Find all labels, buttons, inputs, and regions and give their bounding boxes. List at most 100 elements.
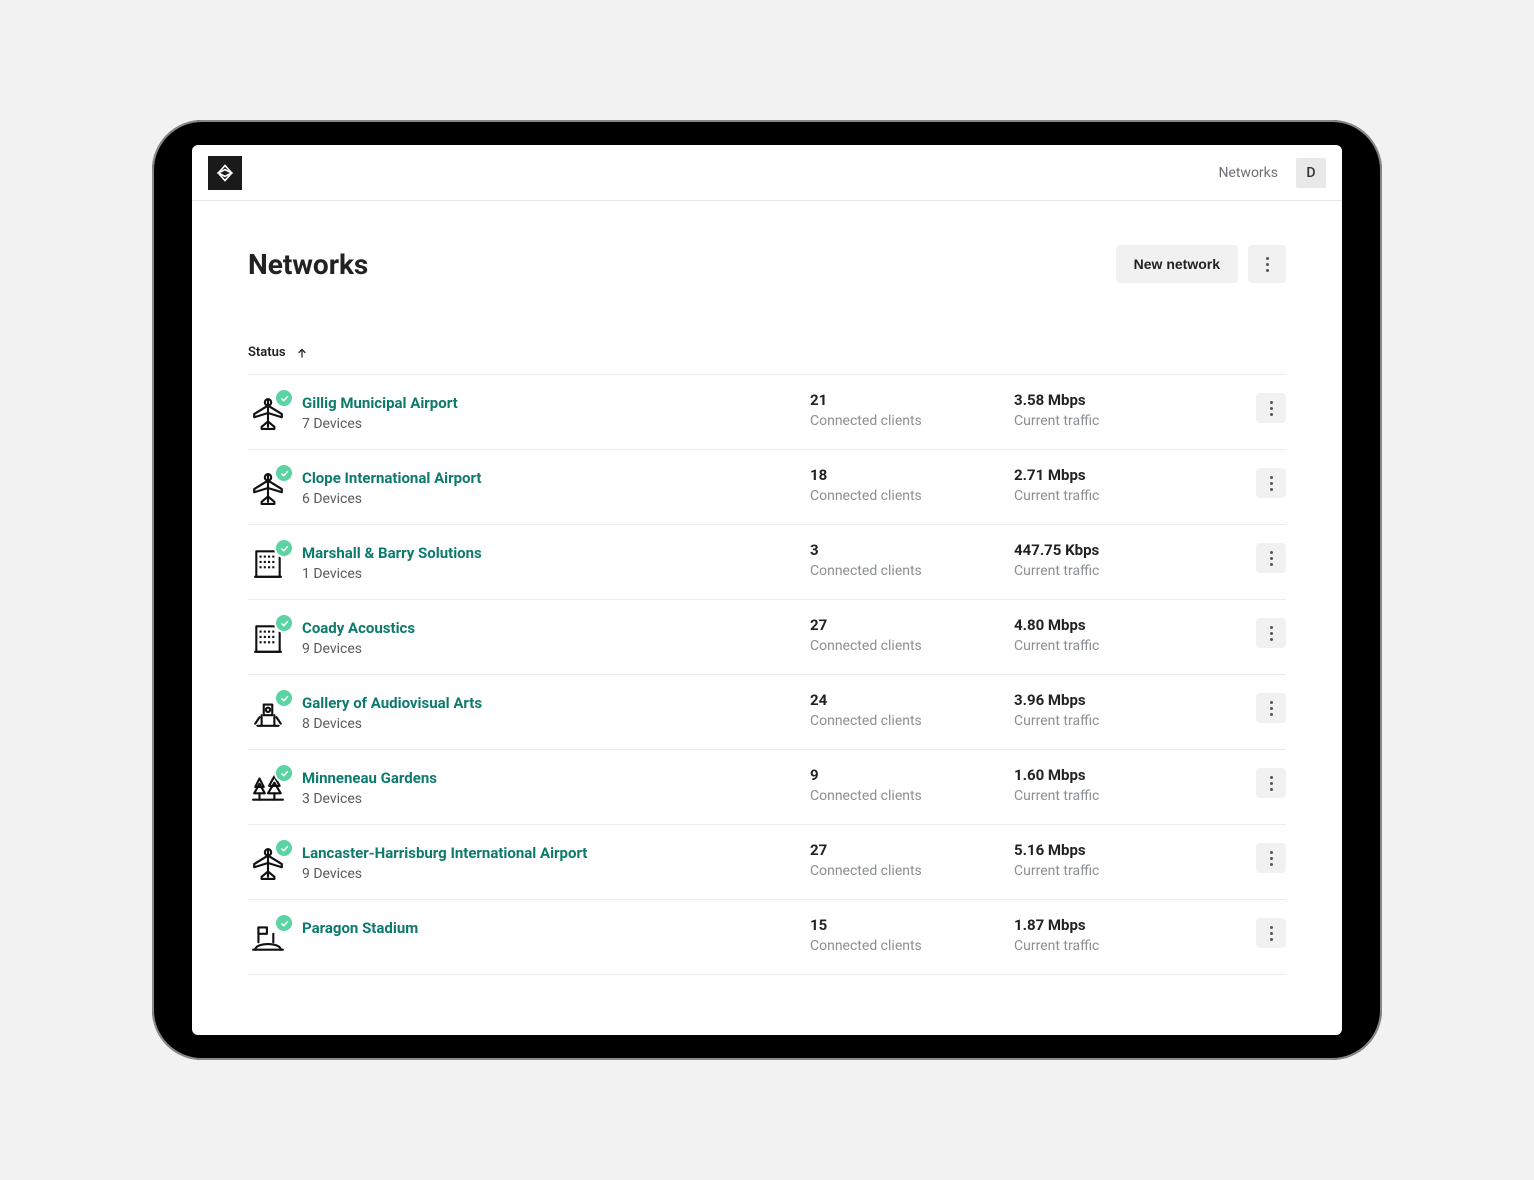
network-type-icon <box>248 393 288 433</box>
row-more-button[interactable] <box>1256 543 1286 573</box>
traffic-value: 5.16 Mbps <box>1014 841 1234 859</box>
clients-value: 27 <box>810 841 1010 859</box>
row-actions <box>1238 691 1286 723</box>
traffic-label: Current traffic <box>1014 413 1234 429</box>
status-ok-icon <box>276 915 292 931</box>
status-ok-icon <box>276 840 292 856</box>
traffic-value: 1.60 Mbps <box>1014 766 1234 784</box>
row-actions <box>1238 466 1286 498</box>
clients-label: Connected clients <box>810 413 1010 429</box>
network-name-link[interactable]: Clope International Airport <box>302 469 481 487</box>
traffic-value: 4.80 Mbps <box>1014 616 1234 634</box>
page-title: Networks <box>248 248 368 281</box>
more-vertical-icon <box>1270 926 1273 941</box>
traffic-value: 2.71 Mbps <box>1014 466 1234 484</box>
clients-metric: 24 Connected clients <box>810 691 1010 729</box>
sort-control[interactable]: Status <box>248 345 1286 374</box>
clients-value: 24 <box>810 691 1010 709</box>
row-more-button[interactable] <box>1256 393 1286 423</box>
traffic-label: Current traffic <box>1014 563 1234 579</box>
network-row: Paragon Stadium 15 Connected clients 1.8… <box>248 900 1286 975</box>
network-info: Lancaster-Harrisburg International Airpo… <box>302 841 806 882</box>
row-more-button[interactable] <box>1256 618 1286 648</box>
traffic-metric: 1.60 Mbps Current traffic <box>1014 766 1234 804</box>
clients-label: Connected clients <box>810 713 1010 729</box>
app-logo[interactable] <box>208 156 242 190</box>
traffic-label: Current traffic <box>1014 788 1234 804</box>
traffic-label: Current traffic <box>1014 938 1234 954</box>
device-count: 1 Devices <box>302 566 806 582</box>
traffic-label: Current traffic <box>1014 638 1234 654</box>
network-type-icon <box>248 543 288 583</box>
network-type-icon <box>248 693 288 733</box>
new-network-button[interactable]: New network <box>1116 245 1238 283</box>
network-row: Gillig Municipal Airport 7 Devices 21 Co… <box>248 375 1286 450</box>
device-count: 7 Devices <box>302 416 806 432</box>
screen: Networks D Networks New network Status <box>192 145 1342 1035</box>
clients-label: Connected clients <box>810 638 1010 654</box>
status-ok-icon <box>276 540 292 556</box>
network-row: Coady Acoustics 9 Devices 27 Connected c… <box>248 600 1286 675</box>
device-count: 6 Devices <box>302 491 806 507</box>
traffic-value: 1.87 Mbps <box>1014 916 1234 934</box>
device-count: 9 Devices <box>302 641 806 657</box>
network-name-link[interactable]: Gallery of Audiovisual Arts <box>302 694 482 712</box>
row-more-button[interactable] <box>1256 843 1286 873</box>
device-count: 3 Devices <box>302 791 806 807</box>
page-header: Networks New network <box>248 245 1286 283</box>
traffic-value: 3.58 Mbps <box>1014 391 1234 409</box>
clients-value: 27 <box>810 616 1010 634</box>
row-actions <box>1238 616 1286 648</box>
clients-metric: 21 Connected clients <box>810 391 1010 429</box>
more-vertical-icon <box>1270 551 1273 566</box>
traffic-value: 447.75 Kbps <box>1014 541 1234 559</box>
tablet-frame: Networks D Networks New network Status <box>152 120 1382 1060</box>
traffic-label: Current traffic <box>1014 713 1234 729</box>
network-row: Clope International Airport 6 Devices 18… <box>248 450 1286 525</box>
traffic-metric: 447.75 Kbps Current traffic <box>1014 541 1234 579</box>
network-name-link[interactable]: Marshall & Barry Solutions <box>302 544 482 562</box>
more-vertical-icon <box>1270 401 1273 416</box>
row-more-button[interactable] <box>1256 693 1286 723</box>
row-more-button[interactable] <box>1256 768 1286 798</box>
network-info: Clope International Airport 6 Devices <box>302 466 806 507</box>
device-count: 9 Devices <box>302 866 806 882</box>
traffic-metric: 3.96 Mbps Current traffic <box>1014 691 1234 729</box>
row-more-button[interactable] <box>1256 468 1286 498</box>
traffic-metric: 3.58 Mbps Current traffic <box>1014 391 1234 429</box>
network-type-icon <box>248 618 288 658</box>
network-name-link[interactable]: Lancaster-Harrisburg International Airpo… <box>302 844 587 862</box>
network-name-link[interactable]: Minneneau Gardens <box>302 769 437 787</box>
sort-label: Status <box>248 345 286 360</box>
traffic-metric: 4.80 Mbps Current traffic <box>1014 616 1234 654</box>
row-actions <box>1238 841 1286 873</box>
network-info: Coady Acoustics 9 Devices <box>302 616 806 657</box>
network-list: Gillig Municipal Airport 7 Devices 21 Co… <box>248 374 1286 975</box>
network-row: Lancaster-Harrisburg International Airpo… <box>248 825 1286 900</box>
network-type-icon <box>248 843 288 883</box>
more-vertical-icon <box>1270 476 1273 491</box>
row-more-button[interactable] <box>1256 918 1286 948</box>
page-more-button[interactable] <box>1248 245 1286 283</box>
status-ok-icon <box>276 615 292 631</box>
status-ok-icon <box>276 390 292 406</box>
clients-label: Connected clients <box>810 863 1010 879</box>
network-info: Marshall & Barry Solutions 1 Devices <box>302 541 806 582</box>
row-actions <box>1238 391 1286 423</box>
row-actions <box>1238 916 1286 948</box>
network-name-link[interactable]: Coady Acoustics <box>302 619 415 637</box>
clients-metric: 27 Connected clients <box>810 841 1010 879</box>
clients-metric: 27 Connected clients <box>810 616 1010 654</box>
traffic-value: 3.96 Mbps <box>1014 691 1234 709</box>
clients-metric: 3 Connected clients <box>810 541 1010 579</box>
network-name-link[interactable]: Paragon Stadium <box>302 919 418 937</box>
network-row: Gallery of Audiovisual Arts 8 Devices 24… <box>248 675 1286 750</box>
traffic-metric: 1.87 Mbps Current traffic <box>1014 916 1234 954</box>
network-name-link[interactable]: Gillig Municipal Airport <box>302 394 458 412</box>
traffic-label: Current traffic <box>1014 488 1234 504</box>
nav-networks-link[interactable]: Networks <box>1218 165 1278 181</box>
avatar[interactable]: D <box>1296 158 1326 188</box>
more-vertical-icon <box>1270 626 1273 641</box>
clients-metric: 9 Connected clients <box>810 766 1010 804</box>
clients-value: 15 <box>810 916 1010 934</box>
